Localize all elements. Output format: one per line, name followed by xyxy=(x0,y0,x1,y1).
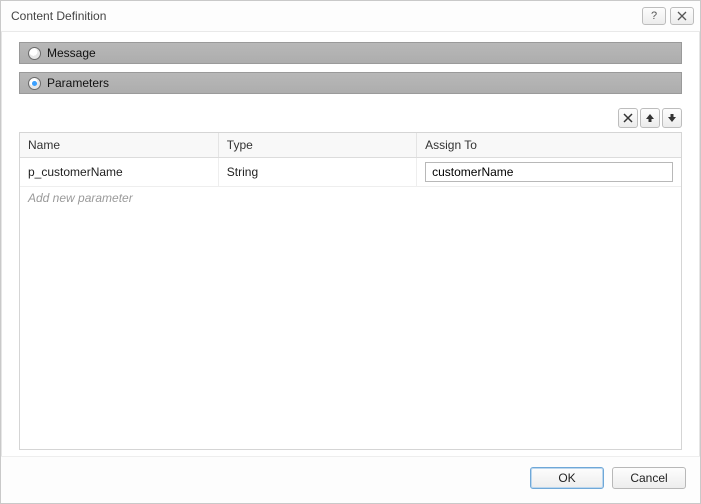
table-header-row: Name Type Assign To xyxy=(20,133,681,158)
table-row[interactable]: p_customerName String xyxy=(20,158,681,187)
content-definition-dialog: Content Definition ? Message Parameters xyxy=(0,0,701,504)
title-controls: ? xyxy=(642,7,694,25)
move-down-button[interactable] xyxy=(662,108,682,128)
close-icon xyxy=(677,11,687,21)
ok-button[interactable]: OK xyxy=(530,467,604,489)
column-header-assign[interactable]: Assign To xyxy=(417,133,681,158)
column-header-name[interactable]: Name xyxy=(20,133,218,158)
option-parameters-label: Parameters xyxy=(47,76,109,90)
parameters-table-wrap: Name Type Assign To p_customerName Strin… xyxy=(19,132,682,450)
delete-icon xyxy=(623,113,633,123)
assign-to-input[interactable] xyxy=(425,162,673,182)
option-message-label: Message xyxy=(47,46,96,60)
delete-button[interactable] xyxy=(618,108,638,128)
dialog-title: Content Definition xyxy=(11,9,106,23)
move-up-button[interactable] xyxy=(640,108,660,128)
radio-parameters-icon xyxy=(28,77,41,90)
cell-assign[interactable] xyxy=(417,158,681,187)
help-button[interactable]: ? xyxy=(642,7,666,25)
dialog-footer: OK Cancel xyxy=(1,456,700,503)
help-icon: ? xyxy=(651,10,657,22)
parameters-area: Name Type Assign To p_customerName Strin… xyxy=(19,108,682,450)
close-button[interactable] xyxy=(670,7,694,25)
arrow-down-icon xyxy=(667,113,677,123)
parameters-toolbar xyxy=(19,108,682,132)
dialog-content: Message Parameters xyxy=(1,32,700,456)
radio-message-icon xyxy=(28,47,41,60)
column-header-type[interactable]: Type xyxy=(218,133,416,158)
add-parameter-label: Add new parameter xyxy=(20,187,681,210)
option-parameters[interactable]: Parameters xyxy=(19,72,682,94)
cancel-button[interactable]: Cancel xyxy=(612,467,686,489)
cell-type[interactable]: String xyxy=(218,158,416,187)
cell-name[interactable]: p_customerName xyxy=(20,158,218,187)
titlebar: Content Definition ? xyxy=(1,1,700,32)
parameters-table: Name Type Assign To p_customerName Strin… xyxy=(20,133,681,209)
option-message[interactable]: Message xyxy=(19,42,682,64)
arrow-up-icon xyxy=(645,113,655,123)
add-parameter-row[interactable]: Add new parameter xyxy=(20,187,681,210)
